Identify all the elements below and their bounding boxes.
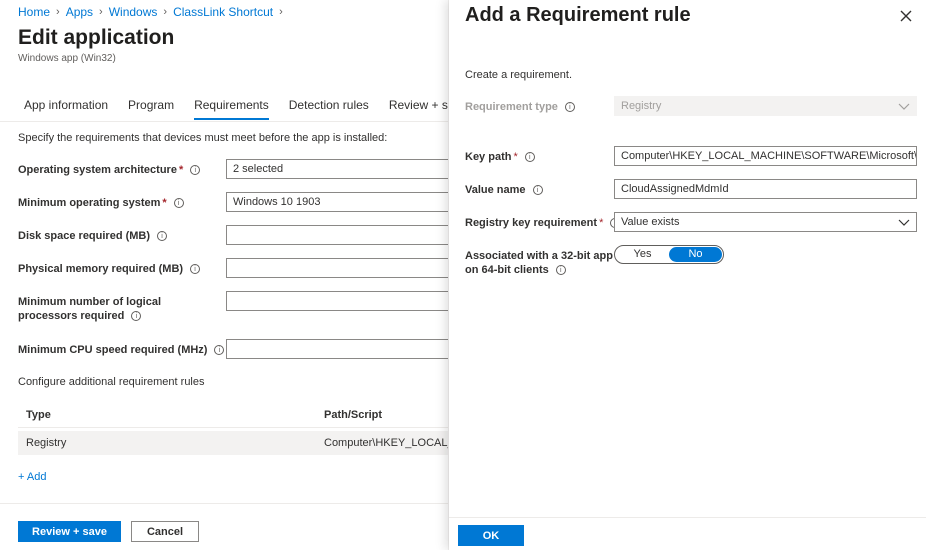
pane-footer-divider: [449, 517, 926, 518]
chevron-right-icon: ›: [279, 6, 283, 18]
rules-table-header: Type Path/Script: [18, 404, 448, 428]
info-icon[interactable]: i: [157, 231, 168, 242]
close-icon[interactable]: [898, 8, 914, 24]
tab-program[interactable]: Program: [118, 96, 184, 120]
field-label: Physical memory required (MB) i: [18, 262, 226, 276]
chevron-right-icon: ›: [56, 6, 60, 18]
cpu-speed-row: Minimum CPU speed required (MHz) i: [18, 343, 226, 357]
field-label: Disk space required (MB) i: [18, 229, 226, 243]
chevron-right-icon: ›: [99, 6, 103, 18]
pane-intro: Create a requirement.: [465, 69, 572, 81]
assoc-32bit-toggle: Yes No: [614, 245, 724, 264]
requirement-rule-pane: Add a Requirement rule Create a requirem…: [449, 0, 926, 550]
assoc-32bit-label-line2: on 64-bit clients i: [465, 263, 613, 277]
info-icon[interactable]: i: [190, 165, 201, 176]
os-architecture-select[interactable]: 2 selected: [226, 159, 448, 179]
tab-requirements[interactable]: Requirements: [184, 96, 279, 120]
key-requirement-select[interactable]: Value exists: [614, 212, 917, 232]
page-title: Edit application: [18, 26, 175, 49]
physical-memory-row: Physical memory required (MB) i: [18, 262, 226, 276]
info-icon[interactable]: i: [190, 264, 201, 275]
requirement-type-select: Registry: [614, 96, 917, 116]
info-icon[interactable]: i: [532, 185, 543, 196]
cell-type: Registry: [26, 437, 67, 449]
logical-processors-row: Minimum number of logical processors req…: [18, 295, 218, 323]
value-name-label: Value name: [465, 184, 526, 196]
key-requirement-label: Registry key requirement: [465, 217, 598, 229]
value-name-input[interactable]: CloudAssignedMdmId: [614, 179, 917, 199]
cancel-button[interactable]: Cancel: [131, 521, 199, 542]
page-subtitle: Windows app (Win32): [18, 53, 116, 64]
chevron-down-icon: [898, 103, 910, 110]
logical-processors-input[interactable]: [226, 291, 448, 311]
requirement-type-label: Requirement type: [465, 101, 558, 113]
value-name-row: Value name i: [465, 183, 543, 197]
info-icon[interactable]: i: [555, 265, 566, 276]
tab-review-save[interactable]: Review + save: [379, 96, 448, 120]
requirements-intro: Specify the requirements that devices mu…: [18, 132, 388, 144]
toggle-yes[interactable]: Yes: [616, 247, 669, 262]
additional-rules-label: Configure additional requirement rules: [18, 376, 205, 388]
os-architecture-row: Operating system architecture * i: [18, 163, 226, 177]
tab-bar: App information Program Requirements Det…: [14, 96, 448, 120]
info-icon[interactable]: i: [214, 345, 225, 356]
column-header-type: Type: [26, 409, 51, 421]
disk-space-input[interactable]: [226, 225, 448, 245]
key-path-label: Key path: [465, 151, 512, 163]
pane-title: Add a Requirement rule: [465, 4, 691, 26]
required-marker: *: [599, 217, 604, 229]
chevron-down-icon: [898, 219, 910, 226]
disk-space-row: Disk space required (MB) i: [18, 229, 226, 243]
field-label: Operating system architecture * i: [18, 163, 226, 177]
chevron-right-icon: ›: [163, 6, 168, 18]
assoc-32bit-label-line1: Associated with a 32-bit app: [465, 250, 613, 262]
breadcrumb-home[interactable]: Home: [18, 5, 50, 19]
breadcrumb: Home › Apps › Windows › ClassLink Shortc…: [18, 5, 289, 19]
field-label: Minimum number of logical processors req…: [18, 296, 162, 322]
key-requirement-row: Registry key requirement*i: [465, 216, 621, 230]
breadcrumb-windows[interactable]: Windows: [109, 5, 158, 19]
cell-path: Computer\HKEY_LOCAL_MACHINE\SOFTWARE\Mic…: [324, 437, 448, 449]
breadcrumb-apps[interactable]: Apps: [66, 5, 93, 19]
add-rule-link[interactable]: + Add: [18, 471, 46, 483]
table-row[interactable]: Registry Computer\HKEY_LOCAL_MACHINE\SOF…: [18, 431, 448, 455]
min-os-row: Minimum operating system * i: [18, 196, 226, 210]
ok-button[interactable]: OK: [458, 525, 524, 546]
physical-memory-input[interactable]: [226, 258, 448, 278]
field-label: Minimum operating system * i: [18, 196, 226, 210]
info-icon[interactable]: i: [131, 311, 142, 322]
requirement-type-row: Requirement type i: [465, 100, 575, 114]
review-save-button[interactable]: Review + save: [18, 521, 121, 542]
tab-app-information[interactable]: App information: [14, 96, 118, 120]
info-icon[interactable]: i: [564, 102, 575, 113]
required-marker: *: [178, 164, 184, 176]
cpu-speed-input[interactable]: [226, 339, 448, 359]
edit-application-page: Home › Apps › Windows › ClassLink Shortc…: [0, 0, 448, 550]
assoc-32bit-row: Associated with a 32-bit app on 64-bit c…: [465, 249, 613, 277]
required-marker: *: [513, 151, 518, 163]
info-icon[interactable]: i: [524, 152, 535, 163]
min-os-select[interactable]: Windows 10 1903: [226, 192, 448, 212]
column-header-path: Path/Script: [324, 409, 383, 421]
breadcrumb-app[interactable]: ClassLink Shortcut: [173, 5, 273, 19]
footer-divider: [0, 503, 448, 504]
toggle-no[interactable]: No: [669, 247, 722, 262]
tab-detection-rules[interactable]: Detection rules: [279, 96, 379, 120]
key-path-row: Key path * i: [465, 150, 535, 164]
required-marker: *: [162, 197, 167, 209]
info-icon[interactable]: i: [173, 198, 184, 209]
field-label: Minimum CPU speed required (MHz) i: [18, 343, 226, 357]
key-path-input[interactable]: Computer\HKEY_LOCAL_MACHINE\SOFTWARE\Mic…: [614, 146, 917, 166]
tabs-divider: [0, 121, 448, 122]
